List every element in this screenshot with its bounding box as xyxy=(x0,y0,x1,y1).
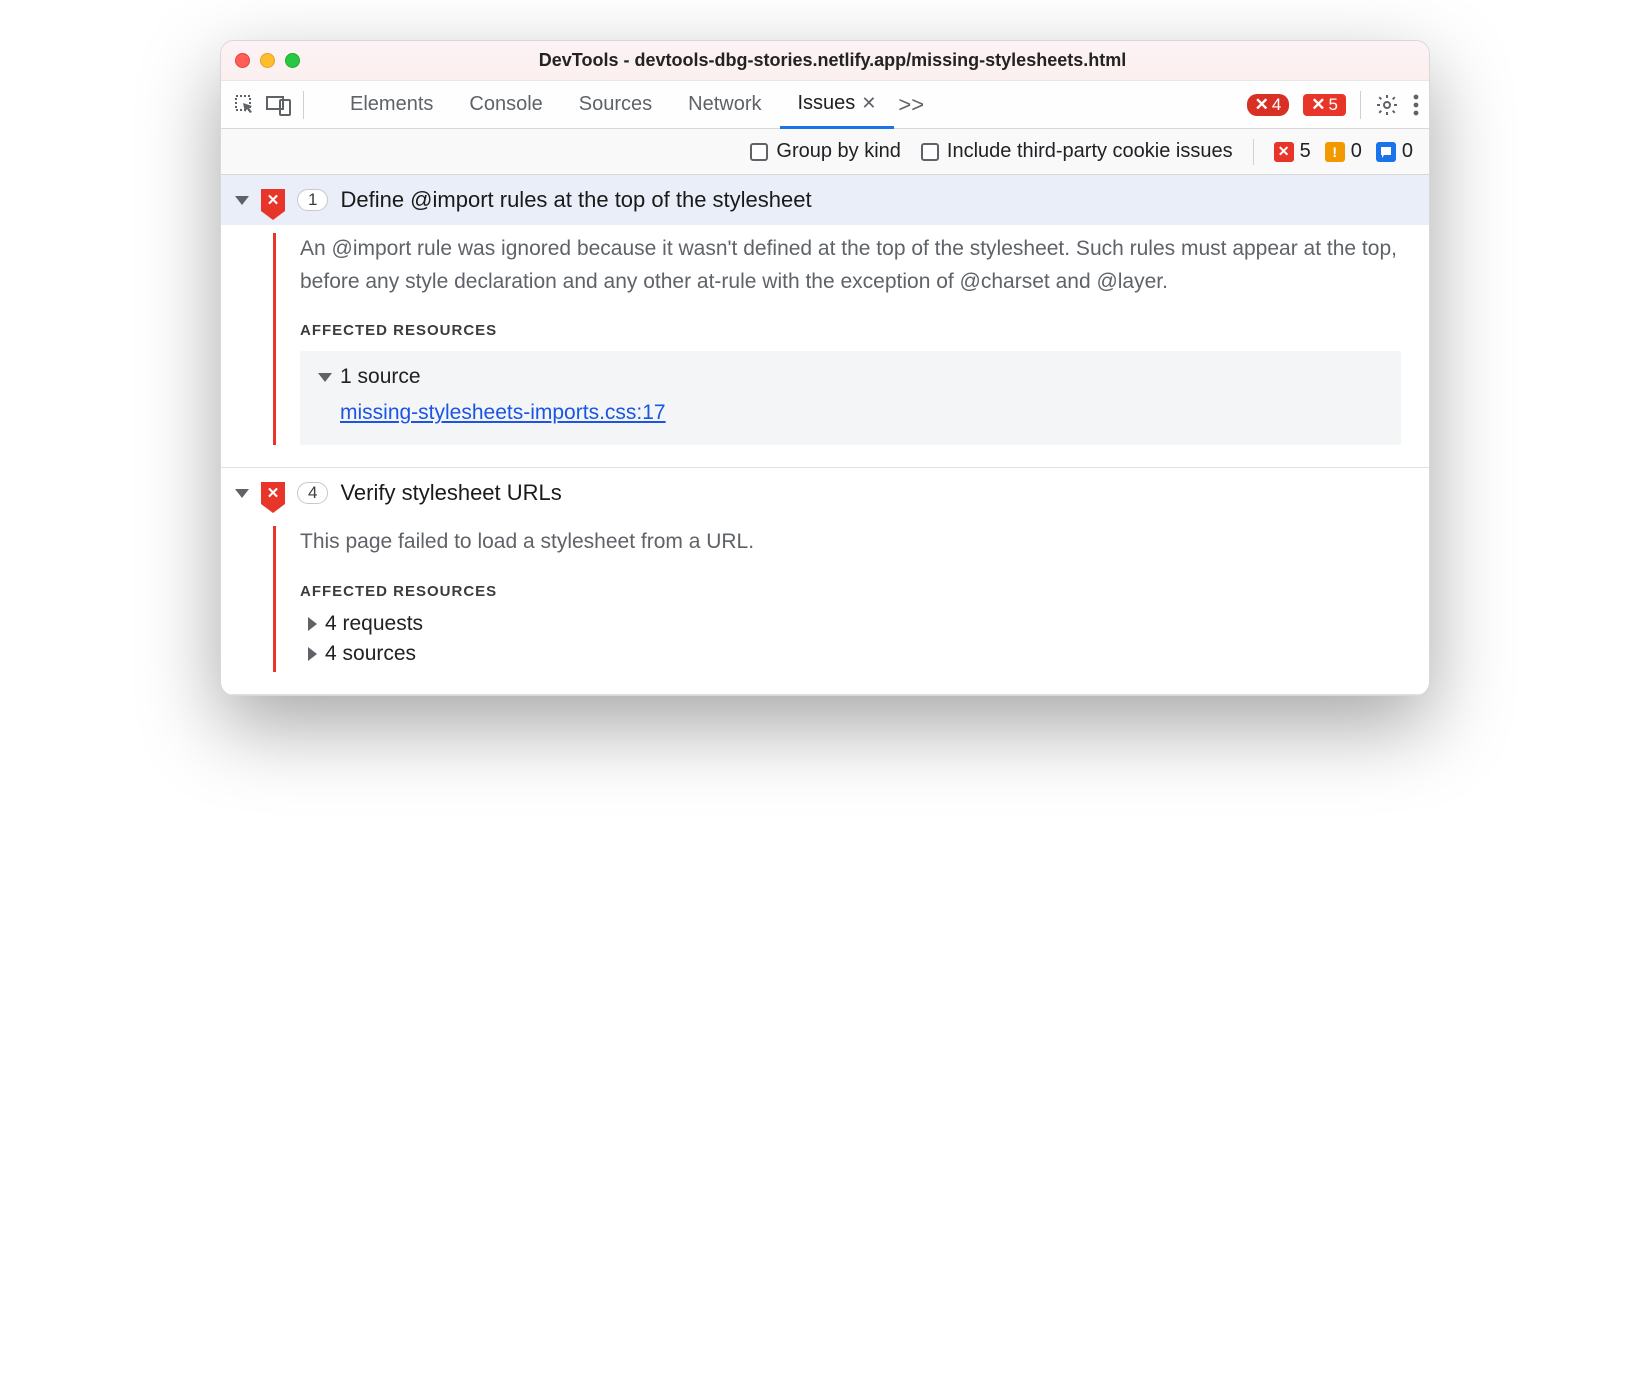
severity-rule xyxy=(273,526,276,672)
issue-item: ✕ 4 Verify stylesheet URLs This page fai… xyxy=(221,468,1429,695)
issue-title: Verify stylesheet URLs xyxy=(340,480,561,506)
titlebar: DevTools - devtools-dbg-stories.netlify.… xyxy=(221,41,1429,81)
close-window-button[interactable] xyxy=(235,53,250,68)
disclosure-triangle-icon[interactable] xyxy=(235,489,249,498)
more-tabs-button[interactable]: >> xyxy=(894,92,928,118)
severity-rule xyxy=(273,233,276,445)
tab-label: Elements xyxy=(350,93,433,116)
disclosure-triangle-icon xyxy=(308,617,317,631)
checkbox-label: Include third-party cookie issues xyxy=(947,140,1233,163)
tabstrip-right: ✕ 4 ✕ 5 xyxy=(1247,91,1419,119)
issue-title: Define @import rules at the top of the s… xyxy=(340,187,811,213)
divider xyxy=(303,91,304,119)
resource-row[interactable]: 4 sources xyxy=(308,642,1401,666)
issue-body: An @import rule was ignored because it w… xyxy=(221,225,1429,467)
tab-console[interactable]: Console xyxy=(451,81,560,129)
resource-summary: 1 source xyxy=(340,365,421,389)
tab-elements[interactable]: Elements xyxy=(332,81,451,129)
tab-label: Sources xyxy=(579,93,652,116)
checkbox-label: Group by kind xyxy=(776,140,901,163)
disclosure-triangle-icon xyxy=(308,647,317,661)
resource-summary-row[interactable]: 1 source xyxy=(318,365,1383,389)
issues-filter-bar: Group by kind Include third-party cookie… xyxy=(221,129,1429,175)
info-icon xyxy=(1376,142,1396,162)
issue-count-badge: 1 xyxy=(297,189,328,211)
affected-resources-label: AFFECTED RESOURCES xyxy=(300,322,1401,339)
checkbox-icon xyxy=(921,143,939,161)
inspect-element-icon[interactable] xyxy=(231,91,259,119)
issue-count-value: 5 xyxy=(1329,95,1338,115)
count-value: 0 xyxy=(1351,140,1362,163)
error-count-pill[interactable]: ✕ 4 xyxy=(1247,94,1290,116)
issue-count-pill[interactable]: ✕ 5 xyxy=(1303,94,1346,116)
error-total[interactable]: ✕ 5 xyxy=(1274,140,1311,163)
group-by-kind-checkbox[interactable]: Group by kind xyxy=(750,140,901,163)
warning-total[interactable]: ! 0 xyxy=(1325,140,1362,163)
traffic-lights xyxy=(235,53,300,68)
tab-issues[interactable]: Issues ✕ xyxy=(780,81,895,129)
issue-item: ✕ 1 Define @import rules at the top of t… xyxy=(221,175,1429,468)
error-x-icon: ✕ xyxy=(1311,95,1325,115)
tab-label: Network xyxy=(688,93,761,116)
disclosure-triangle-icon xyxy=(318,373,332,382)
resource-row-label: 4 requests xyxy=(325,612,423,636)
count-value: 0 xyxy=(1402,140,1413,163)
error-count-value: 4 xyxy=(1272,95,1281,115)
tab-network[interactable]: Network xyxy=(670,81,779,129)
issue-header[interactable]: ✕ 1 Define @import rules at the top of t… xyxy=(221,175,1429,225)
devtools-window: DevTools - devtools-dbg-stories.netlify.… xyxy=(220,40,1430,696)
affected-resources-label: AFFECTED RESOURCES xyxy=(300,583,1401,600)
zoom-window-button[interactable] xyxy=(285,53,300,68)
issue-body: This page failed to load a stylesheet fr… xyxy=(221,518,1429,694)
issue-count-badge: 4 xyxy=(297,482,328,504)
info-total[interactable]: 0 xyxy=(1376,140,1413,163)
issue-content: This page failed to load a stylesheet fr… xyxy=(300,526,1429,672)
minimize-window-button[interactable] xyxy=(260,53,275,68)
warning-icon: ! xyxy=(1325,142,1345,162)
error-x-icon: ✕ xyxy=(1255,95,1269,115)
issue-description: An @import rule was ignored because it w… xyxy=(300,233,1401,298)
more-menu-icon[interactable] xyxy=(1413,94,1419,116)
issue-description: This page failed to load a stylesheet fr… xyxy=(300,526,1401,559)
affected-resources-box: 1 source missing-stylesheets-imports.css… xyxy=(300,351,1401,445)
resource-row-label: 4 sources xyxy=(325,642,416,666)
source-link[interactable]: missing-stylesheets-imports.css:17 xyxy=(340,401,666,424)
include-third-party-checkbox[interactable]: Include third-party cookie issues xyxy=(921,140,1233,163)
divider xyxy=(1360,91,1361,119)
resource-row[interactable]: 4 requests xyxy=(308,612,1401,636)
close-tab-icon[interactable]: ✕ xyxy=(861,93,876,114)
divider xyxy=(1253,139,1254,165)
tab-sources[interactable]: Sources xyxy=(561,81,670,129)
window-title: DevTools - devtools-dbg-stories.netlify.… xyxy=(300,50,1415,71)
issue-header[interactable]: ✕ 4 Verify stylesheet URLs xyxy=(221,468,1429,518)
issue-totals: ✕ 5 ! 0 0 xyxy=(1274,140,1413,163)
panel-tabs: Elements Console Sources Network Issues … xyxy=(332,81,928,129)
device-toolbar-icon[interactable] xyxy=(265,91,293,119)
error-flag-icon: ✕ xyxy=(261,482,285,504)
tab-label: Issues xyxy=(798,92,856,115)
issues-list: ✕ 1 Define @import rules at the top of t… xyxy=(221,175,1429,695)
tab-label: Console xyxy=(469,93,542,116)
error-flag-icon: ✕ xyxy=(261,189,285,211)
issue-content: An @import rule was ignored because it w… xyxy=(300,233,1429,445)
gear-icon[interactable] xyxy=(1375,93,1399,117)
error-icon: ✕ xyxy=(1274,142,1294,162)
disclosure-triangle-icon[interactable] xyxy=(235,196,249,205)
checkbox-icon xyxy=(750,143,768,161)
count-value: 5 xyxy=(1300,140,1311,163)
devtools-tabstrip: Elements Console Sources Network Issues … xyxy=(221,81,1429,129)
